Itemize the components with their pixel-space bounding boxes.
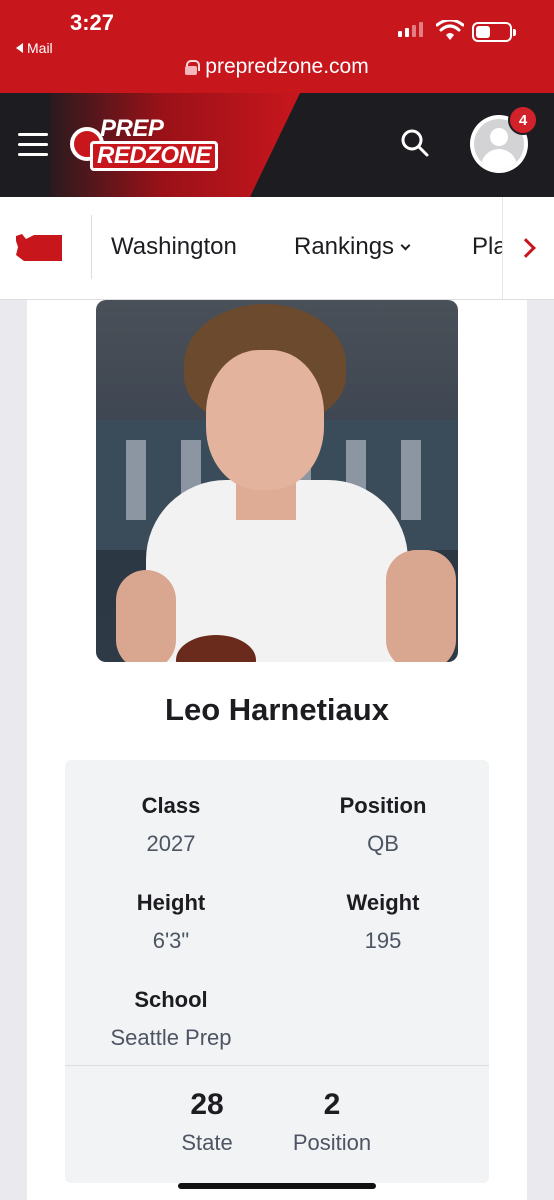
- back-app-label: Mail: [27, 40, 53, 56]
- stat-height-label: Height: [136, 890, 206, 915]
- stat-position-label: Position: [339, 793, 427, 818]
- position-rank-number: 2: [323, 1088, 341, 1121]
- stat-position-value: QB: [367, 831, 399, 856]
- menu-icon[interactable]: [18, 133, 48, 157]
- state-rank-number: 28: [190, 1088, 224, 1121]
- site-logo[interactable]: PREP REDZONE: [70, 115, 224, 171]
- nav-scroll-right-button[interactable]: [502, 197, 554, 299]
- notification-badge: 4: [508, 105, 538, 135]
- stat-weight-label: Weight: [346, 890, 420, 915]
- home-indicator[interactable]: [178, 1183, 376, 1189]
- player-name: Leo Harnetiaux: [165, 692, 389, 727]
- stat-school-value[interactable]: Seattle Prep: [65, 1025, 277, 1051]
- nav-divider: [91, 215, 92, 279]
- state-ranking[interactable]: 28 State: [137, 1088, 277, 1156]
- logo-line2: REDZONE: [90, 141, 218, 171]
- search-icon[interactable]: [400, 128, 430, 158]
- stat-class-value: 2027: [146, 831, 196, 856]
- stat-height: Height 6'3": [65, 890, 277, 954]
- browser-top-bar: 3:27 Mail prepredzone.com: [0, 0, 554, 93]
- nav-item-washington[interactable]: Washington: [111, 233, 237, 261]
- cellular-signal-icon: [398, 22, 423, 37]
- logo-line1: PREP: [100, 115, 164, 142]
- wifi-icon: [436, 20, 464, 40]
- url-text: prepredzone.com: [205, 55, 369, 78]
- washington-state-icon[interactable]: [14, 233, 64, 263]
- rankings-divider: [65, 1065, 489, 1066]
- chevron-right-icon: [515, 238, 536, 258]
- player-stats-panel: Class 2027 Position QB Height 6'3" Weigh…: [65, 760, 489, 1183]
- lock-icon: [185, 59, 201, 75]
- stat-school: School Seattle Prep: [65, 987, 277, 1051]
- back-to-mail-button[interactable]: Mail: [16, 40, 53, 56]
- stat-height-value: 6'3": [152, 928, 190, 953]
- chevron-down-icon: [400, 240, 411, 250]
- address-bar[interactable]: prepredzone.com: [0, 55, 554, 79]
- player-photo: [96, 300, 458, 662]
- back-arrow-icon: [16, 43, 23, 53]
- nav-rankings-label: Rankings: [294, 233, 395, 260]
- state-rank-label: State: [181, 1130, 233, 1155]
- nav-item-players[interactable]: Pla: [472, 233, 506, 261]
- position-rank-label: Position: [292, 1130, 372, 1155]
- stat-weight-value: 195: [364, 928, 402, 953]
- stat-weight: Weight 195: [277, 890, 489, 954]
- battery-icon: [472, 22, 516, 42]
- sub-navigation: Washington Rankings Pla: [0, 197, 554, 300]
- stat-class-label: Class: [141, 793, 201, 818]
- stat-school-label: School: [134, 987, 208, 1012]
- stat-class: Class 2027: [65, 793, 277, 857]
- position-ranking[interactable]: 2 Position: [262, 1088, 402, 1156]
- site-header: PREP REDZONE: [0, 93, 554, 197]
- nav-item-rankings[interactable]: Rankings: [294, 233, 411, 261]
- status-time: 3:27: [70, 10, 115, 35]
- stat-position: Position QB: [277, 793, 489, 857]
- player-profile-card: Leo Harnetiaux Class 2027 Position QB He…: [27, 300, 527, 1200]
